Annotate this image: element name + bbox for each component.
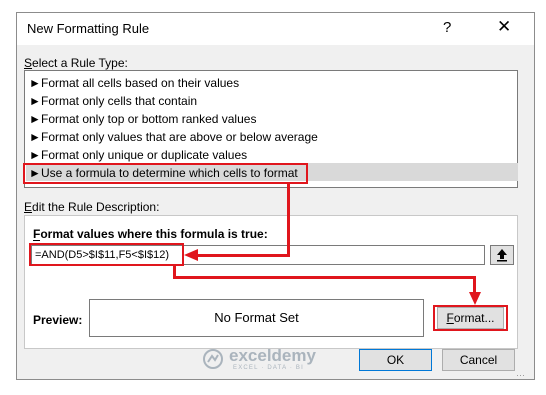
connector-arrowhead-icon — [184, 249, 198, 261]
connector-arrowhead-icon — [469, 292, 481, 305]
watermark-name: exceldemy — [229, 346, 316, 365]
highlight-formula-rule — [23, 163, 308, 184]
rule-item-unique-duplicate[interactable]: ►Format only unique or duplicate values — [29, 146, 247, 164]
arrow-icon: ► — [29, 94, 41, 108]
rule-description-label-text: dit the Rule Description: — [32, 200, 160, 214]
collapse-dialog-button[interactable] — [490, 245, 514, 265]
connector-line — [173, 276, 476, 279]
arrow-icon: ► — [29, 130, 41, 144]
rule-item-all-cells[interactable]: ►Format all cells based on their values — [29, 74, 239, 92]
rule-type-label-accel: S — [24, 56, 33, 70]
rule-type-label-text: elect a Rule Type: — [32, 56, 128, 70]
watermark-tagline: EXCEL · DATA · BI — [233, 365, 304, 371]
exceldemy-logo-icon — [203, 349, 223, 369]
rule-item-label: Format only top or bottom ranked values — [41, 112, 257, 126]
title-bar: New Formatting Rule ? ✕ — [17, 13, 534, 45]
rule-description-label-accel: E — [24, 200, 33, 214]
connector-line — [287, 184, 290, 256]
highlight-format-button — [433, 305, 508, 331]
ok-button[interactable]: OK — [359, 349, 432, 371]
rule-type-label: Select a Rule Type: — [24, 56, 128, 70]
arrow-icon: ► — [29, 148, 41, 162]
resize-grip-icon[interactable]: ⋯ — [516, 370, 525, 381]
close-icon[interactable]: ✕ — [497, 17, 511, 37]
rule-item-top-bottom[interactable]: ►Format only top or bottom ranked values — [29, 110, 256, 128]
formula-label: Format values where this formula is true… — [33, 227, 268, 241]
preview-box: No Format Set — [89, 299, 424, 337]
help-icon[interactable]: ? — [443, 19, 451, 36]
arrow-icon: ► — [29, 76, 41, 90]
preview-label: Preview: — [33, 313, 83, 327]
rule-item-label: Format only values that are above or bel… — [41, 130, 318, 144]
rule-item-cells-contain[interactable]: ►Format only cells that contain — [29, 92, 197, 110]
dialog-title: New Formatting Rule — [27, 21, 150, 36]
formula-label-text: Format values where this formula is true… — [33, 227, 268, 241]
rule-item-label: Format only cells that contain — [41, 94, 198, 108]
collapse-arrow-icon — [497, 249, 507, 262]
rule-item-label: Format only unique or duplicate values — [41, 148, 248, 162]
connector-line — [196, 254, 290, 257]
rule-description-label: Edit the Rule Description: — [24, 200, 159, 214]
rule-item-label: Format all cells based on their values — [41, 76, 240, 90]
cancel-button[interactable]: Cancel — [442, 349, 515, 371]
formula-label-accel-underline — [33, 240, 40, 241]
highlight-formula-input — [29, 243, 184, 266]
rule-item-above-below-average[interactable]: ►Format only values that are above or be… — [29, 128, 318, 146]
arrow-icon: ► — [29, 112, 41, 126]
